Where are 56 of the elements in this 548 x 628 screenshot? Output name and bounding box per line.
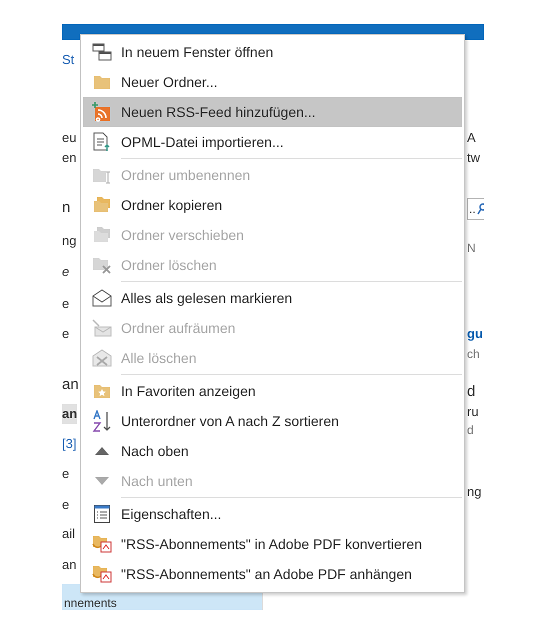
envelope-broom-icon bbox=[92, 319, 112, 337]
folder-pane-text: e bbox=[62, 325, 70, 343]
menu-item[interactable]: Alles als gelesen markieren bbox=[83, 283, 462, 313]
folder-pane-text: St bbox=[62, 51, 74, 69]
folders-icon bbox=[93, 227, 111, 243]
folder-pane-text: an bbox=[62, 404, 78, 424]
folder-pane-text: ail bbox=[62, 525, 76, 543]
reading-pane-text: d bbox=[467, 422, 474, 439]
reading-pane-text: d bbox=[467, 382, 476, 402]
document-import-icon bbox=[93, 132, 111, 152]
rss-icon bbox=[92, 102, 112, 122]
folder-pane-text: e bbox=[62, 263, 70, 281]
reading-pane-text: N bbox=[467, 240, 476, 257]
menu-item[interactable]: OPML-Datei importieren... bbox=[83, 127, 462, 157]
envelope-delete-icon bbox=[92, 349, 112, 367]
menu-item[interactable]: Eigenschaften... bbox=[83, 499, 462, 529]
reading-pane-text: ru bbox=[467, 403, 479, 421]
folder-icon bbox=[93, 74, 111, 90]
folders-icon bbox=[93, 197, 111, 213]
folder-pane-text: eu bbox=[62, 129, 76, 147]
menu-item[interactable]: Unterordner von A nach Z sortieren bbox=[83, 406, 462, 436]
search-icon bbox=[476, 203, 484, 215]
folder-pane-text: en bbox=[62, 149, 76, 167]
folder-pane-text: an bbox=[62, 556, 76, 574]
menu-item[interactable]: Neuen RSS-Feed hinzufügen... bbox=[83, 97, 462, 127]
reading-pane-text: gu bbox=[467, 325, 483, 343]
properties-icon bbox=[94, 505, 110, 523]
menu-item[interactable]: "RSS-Abonnements" in Adobe PDF konvertieren bbox=[83, 529, 462, 559]
folder-pane-text: n bbox=[62, 198, 70, 218]
reading-pane-text: tw bbox=[467, 149, 480, 167]
up-triangle-icon bbox=[95, 447, 109, 455]
folder-pane-text: an bbox=[62, 375, 79, 395]
folder-pane-text: ng bbox=[62, 232, 76, 250]
folder-pane-text: [3] bbox=[62, 435, 76, 453]
open-envelope-icon bbox=[92, 289, 112, 307]
search-field[interactable]: .. bbox=[467, 198, 484, 220]
windows-icon bbox=[92, 43, 112, 61]
menu-item[interactable]: Neuer Ordner... bbox=[83, 67, 462, 97]
pdf-folder-icon bbox=[92, 535, 112, 553]
menu-item[interactable]: Ordner kopieren bbox=[83, 190, 462, 220]
folder-name: nnements bbox=[64, 597, 117, 610]
menu-item[interactable]: In Favoriten anzeigen bbox=[83, 376, 462, 406]
menu-item[interactable]: In neuem Fenster öffnen bbox=[83, 37, 462, 67]
folder-pane-text: e bbox=[62, 465, 70, 483]
folder-pane-text: e bbox=[62, 295, 70, 313]
sort-az-icon bbox=[92, 410, 112, 432]
down-triangle-icon bbox=[95, 477, 109, 485]
folder-pane-text: e bbox=[62, 496, 70, 514]
folder-rename-icon bbox=[92, 166, 112, 184]
pdf-folder-icon bbox=[92, 565, 112, 583]
star-folder-icon bbox=[93, 383, 111, 399]
menu-item[interactable]: Nach oben bbox=[83, 436, 462, 466]
reading-pane-text: A bbox=[467, 129, 476, 147]
reading-pane-text: ch bbox=[467, 346, 480, 363]
folder-delete-icon bbox=[92, 256, 112, 274]
reading-pane-text: ng bbox=[467, 483, 482, 501]
